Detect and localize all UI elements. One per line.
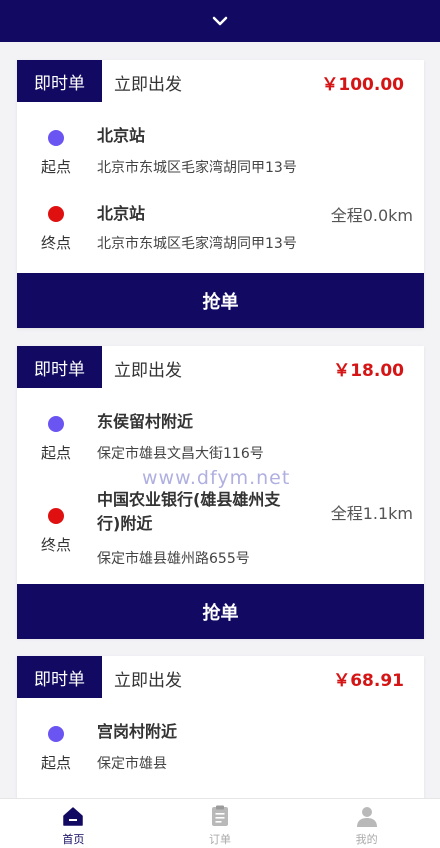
order-type-tag: 即时单 xyxy=(17,60,102,102)
tab-mine-label: 我的 xyxy=(355,833,378,846)
order-type-tag: 即时单 xyxy=(17,656,102,698)
start-dot-icon xyxy=(48,416,64,432)
bottom-tab-bar: 首页 订单 我的 xyxy=(0,798,440,848)
start-label: 起点 xyxy=(41,754,72,772)
end-point: 终点 北京站 北京市东城区毛家湾胡同甲13号 全程0.0km xyxy=(17,182,424,272)
start-label: 起点 xyxy=(41,158,72,176)
end-name-line-2: 行)附近 xyxy=(97,514,153,533)
start-label: 起点 xyxy=(41,444,72,462)
order-price: ￥100.00 xyxy=(321,75,404,95)
chevron-down-icon[interactable] xyxy=(212,16,228,26)
trip-distance: 全程1.1km xyxy=(330,504,413,523)
end-dot-icon xyxy=(48,508,64,524)
start-point: 起点 东侯留村附近 保定市雄县文昌大街116号 xyxy=(17,388,424,466)
order-price: ￥18.00 xyxy=(333,361,404,381)
order-card: 即时单 立即出发 ￥18.00 起点 东侯留村附近 保定市雄县文昌大街116号 … xyxy=(17,346,424,639)
start-dot-icon xyxy=(48,130,64,146)
watermark: www.dfym.net xyxy=(142,467,291,489)
end-label: 终点 xyxy=(41,234,72,252)
tab-orders[interactable]: 订单 xyxy=(147,799,294,848)
start-dot-icon xyxy=(48,726,64,742)
home-icon xyxy=(63,807,84,826)
depart-time: 立即出发 xyxy=(114,671,182,691)
end-label: 终点 xyxy=(41,536,72,554)
tab-home-label: 首页 xyxy=(62,833,85,846)
order-card-header: 即时单 立即出发 ￥68.91 xyxy=(17,656,424,698)
order-card: 即时单 立即出发 ￥100.00 起点 北京站 北京市东城区毛家湾胡同甲13号 … xyxy=(17,60,424,328)
start-name: 北京站 xyxy=(97,126,146,145)
order-card: 即时单 立即出发 ￥68.91 起点 宫岗村附近 保定市雄县 xyxy=(17,656,424,798)
start-address: 北京市东城区毛家湾胡同甲13号 xyxy=(97,160,297,176)
start-point: 起点 北京站 北京市东城区毛家湾胡同甲13号 xyxy=(17,102,424,182)
end-address: 保定市雄县雄州路655号 xyxy=(97,551,250,567)
depart-time: 立即出发 xyxy=(114,361,182,381)
end-name: 北京站 xyxy=(97,204,146,223)
order-card-header: 即时单 立即出发 ￥18.00 xyxy=(17,346,424,388)
depart-time: 立即出发 xyxy=(114,75,182,95)
order-feed[interactable]: 即时单 立即出发 ￥100.00 起点 北京站 北京市东城区毛家湾胡同甲13号 … xyxy=(0,42,440,798)
user-icon xyxy=(356,807,377,827)
top-bar xyxy=(0,0,440,42)
start-name: 东侯留村附近 xyxy=(97,412,194,431)
clipboard-icon xyxy=(212,805,228,826)
start-address: 保定市雄县 xyxy=(97,756,167,772)
order-type-tag: 即时单 xyxy=(17,346,102,388)
end-name-line-1: 中国农业银行(雄县雄州支 xyxy=(97,490,281,509)
start-address: 保定市雄县文昌大街116号 xyxy=(97,446,264,462)
tab-mine[interactable]: 我的 xyxy=(293,799,440,848)
grab-order-button[interactable]: 抢单 xyxy=(17,584,424,639)
start-point: 起点 宫岗村附近 保定市雄县 xyxy=(17,698,424,778)
end-address: 北京市东城区毛家湾胡同甲13号 xyxy=(97,236,297,252)
trip-distance: 全程0.0km xyxy=(330,206,413,225)
order-price: ￥68.91 xyxy=(333,671,404,691)
end-dot-icon xyxy=(48,206,64,222)
tab-home[interactable]: 首页 xyxy=(0,799,147,848)
tab-orders-label: 订单 xyxy=(209,833,231,846)
order-card-header: 即时单 立即出发 ￥100.00 xyxy=(17,60,424,102)
grab-order-button[interactable]: 抢单 xyxy=(17,273,424,328)
start-name: 宫岗村附近 xyxy=(97,722,178,741)
